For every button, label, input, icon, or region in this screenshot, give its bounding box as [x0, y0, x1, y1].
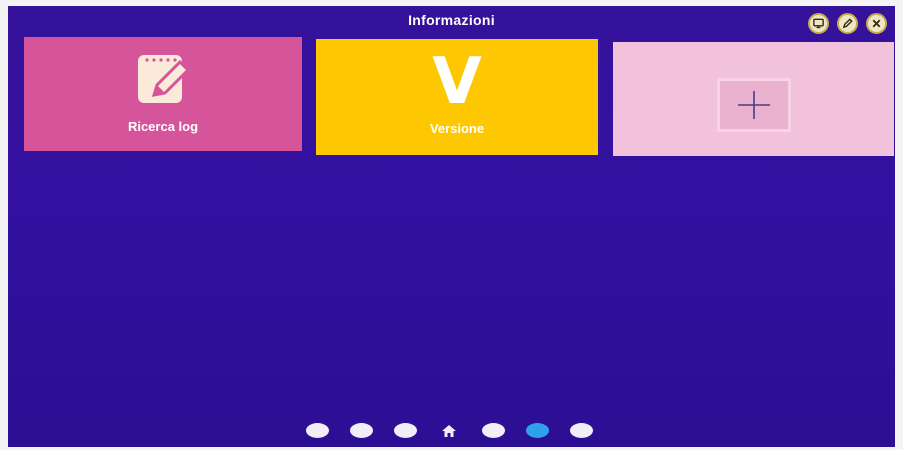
- tile-versione[interactable]: V Versione: [316, 39, 598, 155]
- plus-icon: [716, 78, 791, 132]
- home-icon[interactable]: [438, 423, 461, 438]
- version-v-icon: V: [432, 45, 482, 119]
- tile-label: Versione: [429, 121, 485, 136]
- page-dot-active[interactable]: [525, 423, 549, 438]
- tile-label: Ricerca log: [127, 119, 199, 134]
- monitor-icon[interactable]: [808, 13, 829, 34]
- page-dot[interactable]: [393, 423, 417, 438]
- edit-icon[interactable]: [837, 13, 858, 34]
- tile-ricerca-log[interactable]: Ricerca log: [24, 37, 302, 151]
- notepad-pencil-icon: [132, 51, 194, 112]
- page-title: Informazioni: [408, 12, 495, 28]
- page-dot[interactable]: [569, 423, 593, 438]
- page-dot[interactable]: [305, 423, 329, 438]
- tile-add[interactable]: [613, 42, 894, 156]
- page-dot[interactable]: [349, 423, 373, 438]
- page-indicator: [8, 423, 895, 438]
- close-icon[interactable]: [866, 13, 887, 34]
- main-screen: Informazioni Ricerca log V Versione: [8, 6, 895, 447]
- page-dot[interactable]: [481, 423, 505, 438]
- top-action-bar: [808, 13, 887, 34]
